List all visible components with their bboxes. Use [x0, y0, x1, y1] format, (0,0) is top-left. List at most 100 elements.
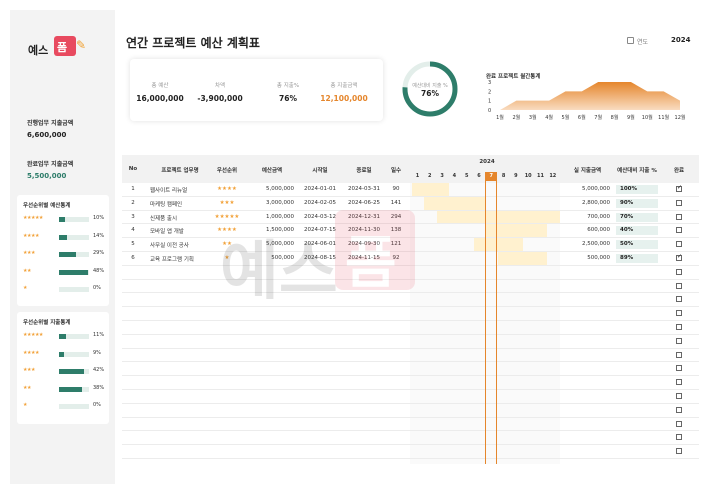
kpi-value: 16,000,000 — [136, 94, 184, 103]
cell-ratio: 70% — [616, 212, 658, 222]
x-tick-label: 1월 — [496, 114, 504, 121]
cell-end: 2024-09-30 — [348, 241, 380, 248]
stat-bar-fill — [59, 369, 85, 374]
stat-bar-track — [59, 217, 89, 222]
month-10: 10 — [524, 173, 532, 179]
done-checkbox[interactable] — [676, 282, 682, 289]
month-11: 11 — [537, 173, 544, 179]
cell-no: 2 — [131, 199, 135, 206]
x-tick-label: 2월 — [512, 114, 520, 121]
feather-icon: ✎ — [76, 38, 87, 52]
done-checkbox[interactable] — [676, 227, 682, 234]
cell-spent: 2,500,000 — [582, 241, 610, 248]
month-12: 12 — [549, 173, 557, 179]
month-8: 8 — [501, 173, 506, 179]
current-month-line — [484, 172, 497, 464]
ongoing-spend-label: 진행업무 지출금액 — [27, 120, 74, 127]
cell-days: 138 — [390, 227, 402, 234]
cell-days: 141 — [390, 199, 402, 206]
empty-row — [122, 445, 699, 459]
stat-bar-track — [59, 269, 89, 275]
done-checkbox[interactable] — [676, 324, 682, 330]
year-value[interactable]: 2024 — [671, 36, 690, 44]
cell-start: 2024-06-01 — [304, 241, 336, 248]
area-series — [500, 82, 680, 110]
cell-days: 92 — [392, 255, 400, 261]
stat-bar-track — [59, 386, 89, 392]
done-checkbox[interactable] — [676, 406, 682, 413]
month-4: 4 — [452, 173, 457, 179]
done-checkbox[interactable] — [676, 365, 682, 372]
done-checkbox[interactable] — [676, 337, 682, 344]
cell-ratio: 90% — [616, 198, 658, 208]
kpi-value: 12,100,000 — [320, 94, 368, 103]
empty-row — [122, 431, 699, 446]
col-name: 프로젝트 업무명 — [161, 168, 199, 174]
x-tick-label: 12월 — [675, 114, 686, 121]
done-checkbox[interactable] — [676, 448, 682, 455]
cell-priority: ★★★★ — [217, 186, 237, 192]
y-tick-label: 0 — [488, 108, 491, 114]
stat-pct: 0% — [93, 285, 101, 291]
done-checkbox[interactable] — [676, 184, 682, 192]
cell-start: 2024-02-05 — [304, 199, 336, 206]
kpi-label: 총 지출% — [276, 83, 300, 89]
stat-bar-track — [59, 404, 89, 409]
kpi-label: 차액 — [214, 83, 226, 89]
cell-ratio: 50% — [616, 240, 658, 250]
done-checkbox[interactable] — [676, 241, 682, 248]
cell-ratio-text: 50% — [620, 241, 634, 248]
done-checkbox[interactable] — [676, 268, 682, 275]
stat-stars: ★★★ — [23, 250, 35, 256]
kpi-value: -3,900,000 — [197, 94, 243, 103]
stat-row: ★★★★★ 10% — [23, 215, 105, 223]
done-checkbox[interactable] — [676, 379, 682, 386]
cell-name: 웹사이트 리뉴얼 — [150, 188, 188, 194]
empty-row — [122, 280, 699, 294]
ongoing-spend-value: 6,600,000 — [27, 131, 67, 139]
cell-priority: ★★★ — [219, 199, 235, 206]
gantt-year: 2024 — [479, 159, 495, 165]
empty-row — [122, 307, 699, 321]
month-3: 3 — [440, 173, 444, 179]
done-checkbox[interactable] — [676, 199, 682, 206]
x-tick-label: 5월 — [562, 114, 570, 121]
cell-priority: ★★★★ — [217, 227, 237, 234]
stat-row: ★★★★ 9% — [23, 350, 105, 358]
done-checkbox[interactable] — [676, 310, 682, 317]
cell-spent: 5,000,000 — [582, 186, 610, 192]
month-6: 6 — [477, 173, 481, 179]
table-row: 6 교육 프로그램 기획 ★ 500,000 2024-08-15 2024-11-15 9… — [122, 252, 699, 266]
stat-pct: 48% — [93, 267, 105, 274]
month-5: 5 — [464, 173, 469, 179]
stat-bar-track — [59, 234, 89, 240]
empty-row — [122, 335, 699, 349]
cell-start: 2024-01-01 — [304, 186, 336, 192]
cell-ratio: 89% — [616, 254, 658, 263]
stat-pct: 42% — [93, 367, 105, 373]
done-checkbox[interactable] — [676, 296, 682, 303]
done-checkbox[interactable] — [676, 393, 682, 399]
logo: 예스 폼 ✎ — [28, 36, 98, 60]
col-no: No — [128, 166, 138, 172]
cell-ratio-text: 70% — [620, 213, 634, 220]
kpi-1: 차액 -3,900,000 — [190, 59, 250, 121]
table-row: 3 신제품 출시 ★★★★★ 1,000,000 2024-03-12 2024-12-3… — [122, 211, 699, 225]
cell-priority: ★★ — [222, 241, 232, 248]
done-checkbox[interactable] — [676, 434, 682, 441]
empty-row — [122, 404, 699, 418]
stat-pct: 38% — [93, 384, 105, 391]
stat-pct: 14% — [93, 232, 105, 239]
cell-ratio-text: 40% — [620, 227, 634, 234]
done-checkbox[interactable] — [676, 351, 682, 358]
stat-bar-fill — [59, 334, 66, 339]
done-checkbox[interactable] — [676, 420, 682, 427]
stat-row: ★ 0% — [23, 285, 105, 293]
logo-box: 폼 — [54, 36, 76, 56]
empty-row — [122, 362, 699, 377]
done-checkbox[interactable] — [676, 213, 682, 220]
done-checkbox[interactable] — [676, 253, 682, 261]
cell-no: 3 — [131, 213, 135, 220]
logo-text: 예스 — [28, 44, 49, 57]
col-budget: 예산금액 — [261, 168, 283, 174]
